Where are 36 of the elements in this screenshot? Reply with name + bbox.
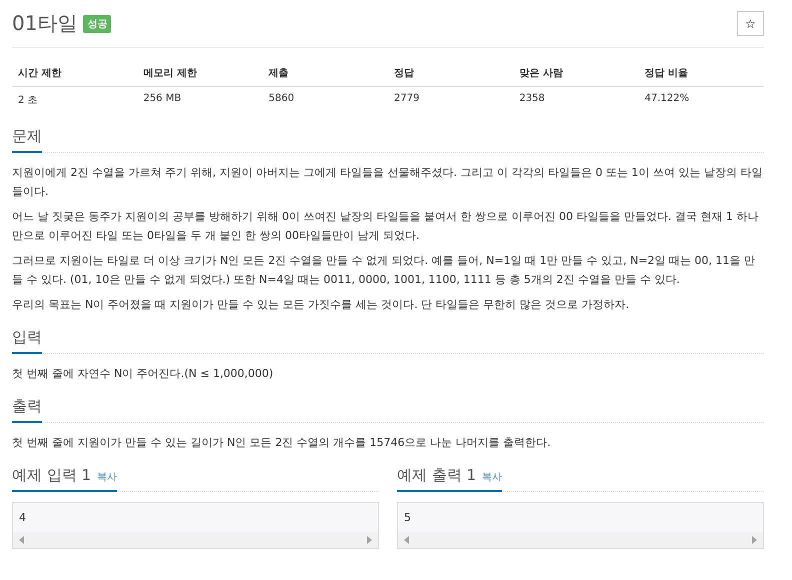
star-button[interactable]: ☆ <box>737 11 764 36</box>
table-cell-text: 2 초 <box>17 94 39 108</box>
section-heading: 문제 <box>12 127 42 153</box>
table-cell-text: 2779 <box>393 92 420 106</box>
paragraph: 지원이에게 2진 수열을 가르쳐 주기 위해, 지원이 아버지는 그에게 타일들을 선물해주셨다. 그리고 이 각각의 타일들은 0 또는 1이 쓰여 있는 낱장의 타일들이다. <box>12 165 764 200</box>
table-cell-text: 5860 <box>268 92 296 106</box>
copy-link[interactable]: 복사 <box>482 472 502 483</box>
horizontal-scrollbar[interactable] <box>398 532 763 548</box>
table-cell-text: 47.122% <box>644 92 690 106</box>
sample-title: 예제 출력 1 <box>397 466 476 484</box>
column-header: 정답 비율 <box>638 60 764 87</box>
problem-title: 01타일 <box>12 10 78 37</box>
paragraph: 그러므로 지원이는 타일로 더 이상 크기가 N인 모든 2진 수열을 만들 수 없게 되었다. 예를 들어, N=1일 때 1만 만들 수 있고, N=2일 때는 00, 11을 만들 수 있다. (01, 10은 만들 수 없게 되었다.) 또한 N=4일 때는 0011, 0000, 1001, 1100, 1111 등 총 5개의 2진 수열을 만들 수 있다. <box>12 253 756 288</box>
scroll-left-icon[interactable] <box>19 536 24 544</box>
horizontal-scrollbar[interactable] <box>13 532 378 548</box>
table-cell-text: 256 MB <box>142 92 182 106</box>
result-badge: 성공 <box>83 14 112 32</box>
section-heading: 출력 <box>12 397 42 423</box>
paragraph: 첫 번째 줄에 자연수 N이 주어진다.(N ≤ 1,000,000) <box>12 366 274 382</box>
column-header: 정답 <box>388 60 514 87</box>
column-header: 시간 제한 <box>12 60 138 87</box>
column-header: 메모리 제한 <box>137 60 263 87</box>
section-heading: 입력 <box>12 328 42 354</box>
paragraph: 첫 번째 줄에 지원이가 만들 수 있는 길이가 N인 모든 2진 수열의 개수를 15746으로 나눈 나머지를 출력한다. <box>12 435 552 451</box>
column-header: 맞은 사람 <box>513 60 639 87</box>
scroll-left-icon[interactable] <box>404 536 409 544</box>
sample-content: 5 <box>403 510 412 526</box>
paragraph: 우리의 목표는 N이 주어졌을 때 지원이가 만들 수 있는 모든 가짓수를 세는 것이다. 단 타일들은 무한히 많은 것으로 가정하자. <box>12 297 630 313</box>
sample-title: 예제 입력 1 <box>12 466 92 484</box>
scroll-right-icon[interactable] <box>752 536 757 544</box>
paragraph: 어느 날 짓궂은 동주가 지원이의 공부를 방해하기 위해 0이 쓰여진 낱장의 타일들을 붙여서 한 쌍으로 이루어진 00 타일들을 만들었다. 결국 현재 1 하나만으로 이루어진 타일 또는 0타일을 두 개 붙인 한 쌍의 00타일들만이 남게 되었다. <box>12 209 760 244</box>
copy-link[interactable]: 복사 <box>97 472 118 483</box>
column-header: 제출 <box>262 60 388 87</box>
scroll-right-icon[interactable] <box>367 536 372 544</box>
sample-content: 4 <box>18 510 27 526</box>
table-cell-text: 2358 <box>518 92 546 106</box>
